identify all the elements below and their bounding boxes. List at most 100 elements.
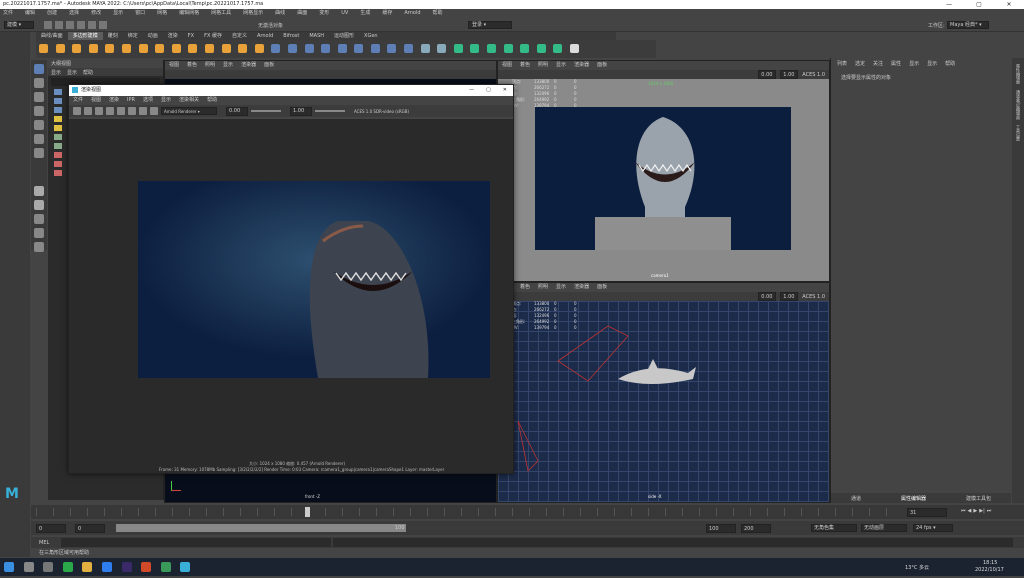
step-forward-icon[interactable]: ▶| (979, 508, 985, 514)
current-time-marker[interactable] (305, 507, 310, 517)
menu-item-7[interactable]: 网格 (157, 9, 167, 18)
shelf-tab-7[interactable]: FX 缓存 (199, 32, 227, 40)
range-end-input[interactable] (706, 524, 736, 533)
mel-input[interactable] (61, 538, 331, 547)
login-dropdown[interactable]: 登录 ▾ (468, 21, 512, 29)
render-gamma-input[interactable] (290, 106, 312, 116)
boolean-icon[interactable] (321, 44, 331, 53)
single-view-icon[interactable] (34, 186, 44, 196)
viewport-camera-gamma[interactable] (780, 70, 799, 79)
uv-tool-icon[interactable] (570, 44, 579, 53)
viewport-camera-exposure[interactable] (758, 70, 777, 79)
workspace-dropdown[interactable]: Maya 经典* ▾ (947, 21, 989, 29)
target-weld-icon[interactable] (437, 44, 447, 53)
side-tab-channel-box[interactable]: 通道盒/层编辑器 (1015, 90, 1021, 119)
disk-icon[interactable] (138, 44, 148, 53)
tab-attribute-editor[interactable]: 属性编辑器 (901, 495, 926, 502)
plane-icon[interactable] (121, 44, 131, 53)
attr-menu-item-4[interactable]: 显示 (909, 60, 919, 67)
shelf-tab-4[interactable]: 动画 (143, 32, 163, 40)
render-menu-item-5[interactable]: 显示 (161, 96, 171, 105)
menu-item-12[interactable]: 曲面 (297, 9, 307, 18)
snapshot-icon[interactable] (95, 107, 103, 115)
render-menu-item-1[interactable]: 视图 (91, 96, 101, 105)
menu-item-3[interactable]: 选择 (69, 9, 79, 18)
rgb-icon[interactable] (128, 107, 136, 115)
shelf-tab-11[interactable]: MASH (304, 32, 329, 40)
outliner-camera-icon-3[interactable] (54, 107, 62, 113)
menu-item-14[interactable]: UV (341, 9, 348, 18)
viewport-side-exposure[interactable] (758, 292, 777, 301)
attr-menu-item-5[interactable]: 显示 (927, 60, 937, 67)
attr-menu-item-3[interactable]: 属性 (891, 60, 901, 67)
renderer-dropdown[interactable]: Arnold Renderer ▾ (161, 107, 217, 115)
outliner-mesh-icon-2[interactable] (54, 143, 62, 149)
extrude-icon[interactable] (354, 44, 364, 53)
attr-menu-item-6[interactable]: 帮助 (945, 60, 955, 67)
uv-planar-icon[interactable] (520, 44, 530, 53)
multicut-icon[interactable] (420, 44, 430, 53)
shelf-tab-2[interactable]: 雕刻 (103, 32, 123, 40)
rotate-tool-icon[interactable] (34, 120, 44, 130)
viewport-camera[interactable]: 视图着色照明显示渲染器面板 ACES 1.0 顶点:13380000边:2662… (497, 60, 830, 282)
cube-icon[interactable] (55, 44, 65, 53)
sphere-icon[interactable] (39, 44, 48, 53)
uv-editor-icon[interactable] (453, 44, 463, 53)
uv-sew-icon[interactable] (553, 44, 563, 53)
mode-dropdown[interactable]: 建模 ▾ (4, 21, 34, 29)
search-icon[interactable] (23, 562, 34, 572)
last-tool-icon[interactable] (34, 148, 44, 158)
outliner-set-icon-2[interactable] (54, 161, 62, 167)
outliner-set-icon-3[interactable] (54, 170, 62, 176)
menu-item-4[interactable]: 修改 (91, 9, 101, 18)
side-tab-tool-settings[interactable]: 工具设置 (1015, 125, 1021, 141)
shelf-tab-3[interactable]: 绑定 (123, 32, 143, 40)
menu-item-1[interactable]: 编辑 (25, 9, 35, 18)
shelf-tab-9[interactable]: Arnold (252, 32, 278, 40)
helix-icon[interactable] (204, 44, 214, 53)
shelf-tab-1[interactable]: 多边形建模 (67, 32, 103, 40)
current-frame-input[interactable] (907, 508, 947, 517)
outliner-light-icon-2[interactable] (54, 125, 62, 131)
pyramid-icon[interactable] (171, 44, 181, 53)
paint-select-icon[interactable] (34, 92, 44, 102)
bevel-icon[interactable] (387, 44, 397, 53)
viewport-camera-transform[interactable]: ACES 1.0 (802, 72, 825, 78)
go-to-end-icon[interactable]: ⏭ (987, 508, 992, 514)
one-to-one-icon[interactable] (150, 107, 158, 115)
four-view-icon[interactable] (34, 200, 44, 210)
range-max-input[interactable] (741, 524, 771, 533)
exposure-slider[interactable] (251, 110, 281, 112)
render-region-icon[interactable] (84, 107, 92, 115)
render-menu-item-2[interactable]: 渲染 (109, 96, 119, 105)
scale-tool-icon[interactable] (34, 134, 44, 144)
render-close-button[interactable]: ✕ (503, 85, 507, 96)
side-tab-attribute-editor[interactable]: 属性编辑器 (1015, 64, 1021, 84)
persp-outliner-icon[interactable] (34, 214, 44, 224)
clock-time[interactable]: 18:15 (983, 560, 997, 566)
render-menu-item-3[interactable]: IPR (127, 96, 135, 105)
symmetry-label[interactable]: 无激活对象 (258, 22, 283, 29)
menu-item-6[interactable]: 窗口 (135, 9, 145, 18)
render-minimize-button[interactable]: — (469, 85, 474, 96)
outliner-camera-icon[interactable] (54, 89, 62, 95)
time-slider[interactable]: ⏮ ◀ ▶ ▶| ⏭ (31, 505, 1024, 519)
type-icon[interactable] (238, 44, 248, 53)
maya-taskbar-icon[interactable] (180, 562, 191, 572)
svg-icon[interactable] (254, 44, 264, 53)
go-to-start-icon[interactable]: ⏮ (961, 508, 966, 514)
file-explorer-icon[interactable] (82, 562, 93, 572)
combine-icon[interactable] (271, 44, 281, 53)
outliner-menu-item-2[interactable]: 帮助 (83, 69, 93, 76)
uv-unfold-icon[interactable] (487, 44, 497, 53)
shelf-tab-6[interactable]: FX (183, 32, 199, 40)
menu-item-9[interactable]: 网格工具 (211, 9, 231, 18)
anim-layer-dropdown[interactable]: 无动画层 (861, 524, 907, 532)
viewport-side-transform[interactable]: ACES 1.0 (802, 294, 825, 300)
menu-item-11[interactable]: 曲线 (275, 9, 285, 18)
bridge-icon[interactable] (370, 44, 380, 53)
outliner-set-icon[interactable] (54, 152, 62, 158)
menu-item-17[interactable]: Arnold (404, 9, 420, 18)
render-menu-item-0[interactable]: 文件 (73, 96, 83, 105)
render-maximize-button[interactable]: ▢ (486, 85, 491, 96)
